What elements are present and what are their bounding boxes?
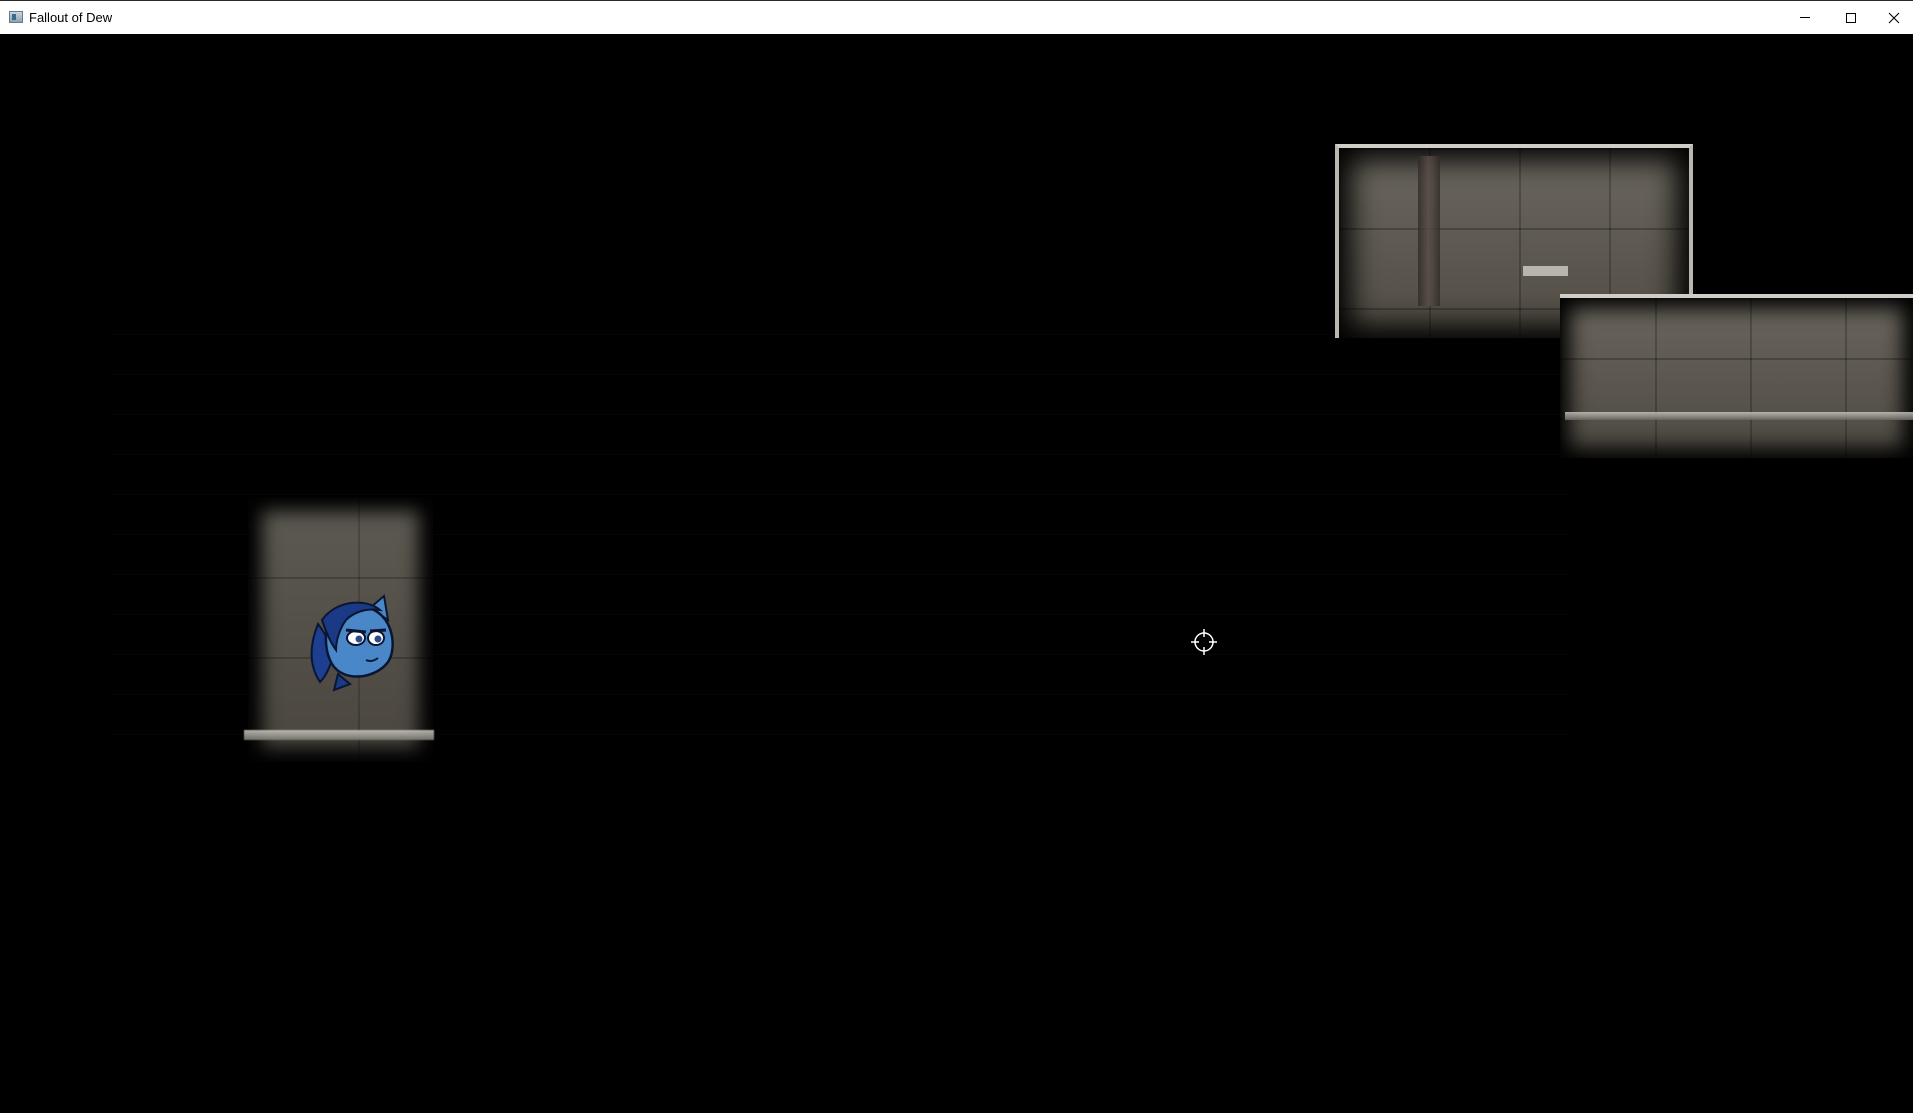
game-viewport[interactable] bbox=[0, 34, 1913, 1113]
crosshair-icon bbox=[1191, 629, 1217, 655]
title-bar[interactable]: Fallout of Dew bbox=[0, 0, 1913, 34]
close-button[interactable] bbox=[1874, 2, 1913, 33]
pony-head-icon[interactable] bbox=[300, 594, 400, 694]
wall-pipe bbox=[1418, 156, 1440, 306]
floor-left bbox=[244, 730, 434, 740]
lit-room-right bbox=[1560, 294, 1913, 458]
app-icon bbox=[9, 11, 23, 23]
maximize-button[interactable] bbox=[1828, 2, 1874, 33]
maximize-icon bbox=[1846, 12, 1856, 23]
close-icon bbox=[1888, 12, 1899, 23]
minimize-icon bbox=[1800, 17, 1810, 18]
game-window: Fallout of Dew bbox=[0, 0, 1913, 1113]
minimize-button[interactable] bbox=[1782, 2, 1828, 33]
floor-right bbox=[1565, 412, 1913, 420]
ledge bbox=[1523, 266, 1568, 276]
window-title: Fallout of Dew bbox=[29, 10, 113, 25]
